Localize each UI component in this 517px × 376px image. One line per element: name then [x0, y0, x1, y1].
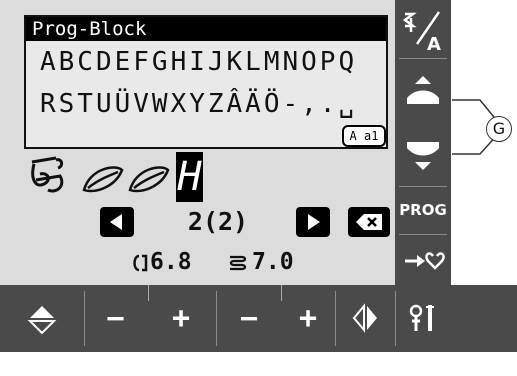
width-plus-button[interactable]: +: [146, 285, 216, 352]
leaf-stitch-icon-2: [128, 166, 170, 193]
stitch-length-value: 7.0: [252, 249, 294, 275]
leaf-stitch-icon: [82, 166, 124, 193]
divider: [281, 285, 282, 301]
sewing-machine-screen: Prog-Block ABCDEFGHIJKLMNOPQ RSTUÜVWXYZÂ…: [0, 0, 517, 352]
prog-block-panel: Prog-Block ABCDEFGHIJKLMNOPQ RSTUÜVWXYZÂ…: [24, 15, 388, 149]
stitch-params: 6.8 7.0: [0, 245, 395, 279]
stitch-width-icon: [133, 254, 148, 272]
mirror-vertical-button[interactable]: [0, 285, 84, 352]
previous-button[interactable]: [100, 207, 134, 237]
prog-button[interactable]: PROG: [395, 186, 451, 234]
next-button[interactable]: [296, 207, 330, 237]
width-minus-button[interactable]: −: [85, 285, 146, 352]
load-favorite-button[interactable]: [395, 236, 451, 285]
prog-block-title: Prog-Block: [26, 17, 386, 41]
selected-letter-cursor[interactable]: H: [176, 152, 203, 202]
caps-toggle-button[interactable]: A a1: [342, 125, 386, 147]
side-panel: A PROG: [395, 0, 451, 285]
scroll-down-icon: [407, 142, 439, 170]
divider: [399, 58, 447, 59]
settings-button[interactable]: [396, 285, 451, 352]
stitch-length-icon: [229, 255, 247, 271]
stitch-preview-row: H: [24, 150, 384, 206]
mirror-horizontal-icon: [352, 303, 377, 333]
arrow-left-icon: [110, 214, 122, 230]
settings-tools-icon: [409, 304, 434, 331]
page-indicator: 2(2): [187, 207, 249, 236]
divider: [148, 285, 149, 301]
decorative-stitch-letter-icon: [31, 156, 64, 193]
length-minus-button[interactable]: −: [217, 285, 281, 352]
alphabet-row-2[interactable]: RSTUÜVWXYZÂÄÖ-,.␣: [40, 89, 357, 119]
callout-g-label: G: [486, 116, 512, 142]
alphabet-row-1[interactable]: ABCDEFGHIJKLMNOPQ: [40, 47, 357, 77]
divider: [399, 234, 447, 235]
scroll-up-icon: [407, 76, 439, 104]
scroll-up-button[interactable]: [395, 62, 451, 124]
navigation-row: 2(2): [90, 207, 390, 239]
arrow-right-icon: [308, 214, 320, 230]
callout-lines: [452, 99, 499, 155]
arrow-heart-icon: [405, 252, 445, 270]
backspace-icon: [356, 214, 382, 230]
delete-button[interactable]: [348, 207, 390, 237]
svg-text:A: A: [427, 34, 441, 55]
main-display: Prog-Block ABCDEFGHIJKLMNOPQ RSTUÜVWXYZÂ…: [0, 0, 395, 285]
mirror-vertical-icon: [27, 306, 57, 335]
mirror-text-button[interactable]: A: [395, 0, 451, 58]
cursor-letter: H: [177, 154, 202, 200]
scroll-down-button[interactable]: [395, 124, 451, 186]
stitch-width-value: 6.8: [150, 249, 192, 275]
bottom-toolbar: − + − +: [0, 285, 517, 352]
callout-area: [452, 0, 517, 285]
length-plus-button[interactable]: +: [281, 285, 335, 352]
mirror-text-icon: A: [402, 11, 441, 55]
mirror-horizontal-button[interactable]: [336, 285, 395, 352]
